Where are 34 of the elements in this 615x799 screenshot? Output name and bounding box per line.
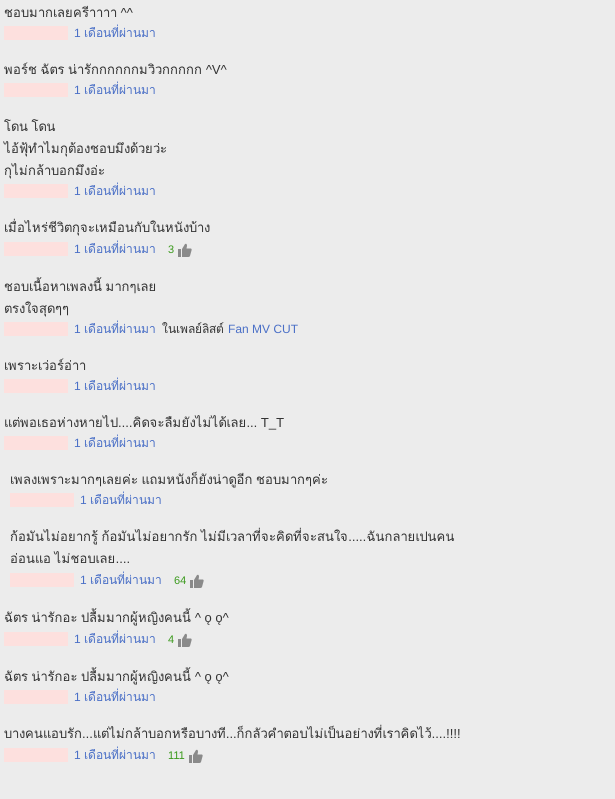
timestamp-link[interactable]: 1 เดือนที่ผ่านมา: [74, 240, 156, 258]
timestamp-link[interactable]: 1 เดือนที่ผ่านมา: [74, 24, 156, 42]
timestamp-link[interactable]: 1 เดือนที่ผ่านมา: [74, 746, 156, 764]
thumbs-up-icon[interactable]: [190, 574, 204, 588]
comment-text: ฉัตร น่ารักอะ ปลื้มมากผู้หญิงคนนี้ ^ ǫ ǫ^: [4, 666, 230, 686]
thumbs-up-icon[interactable]: [188, 749, 203, 763]
playlist-link[interactable]: Fan MV CUT: [228, 320, 298, 338]
timestamp-link[interactable]: 1 เดือนที่ผ่านมา: [80, 571, 162, 589]
comment-text: ชอบมากเลยครีาาาา ^^: [4, 4, 134, 22]
comment-text: ฉัตร น่ารักอะ ปลื้มมากผู้หญิงคนนี้ ^ ǫ ǫ^: [4, 607, 230, 628]
like-count: 4: [168, 633, 174, 648]
thumbs-up-icon[interactable]: [178, 633, 192, 647]
comment-text: แต่พอเธอห่างหายไป....คิดจะลืมยังไม่ได้เลย... T_T: [4, 414, 286, 432]
like-count: 111: [168, 749, 185, 764]
timestamp-link[interactable]: 1 เดือนที่ผ่านมา: [74, 434, 156, 452]
thumbs-up-icon[interactable]: [178, 243, 192, 257]
comment-text: ก้อมันไม่อยากรู้ ก้อมันไม่อยากรัก ไม่มีเวลาที่จะคิดที่จะสนใจ.....ฉันกลายเปนคน อ่อนแอ ไม่ชอบเลย....: [10, 526, 456, 568]
timestamp-link[interactable]: 1 เดือนที่ผ่านมา: [74, 377, 156, 395]
like-count: 3: [168, 243, 174, 258]
comment-text: เพลงเพราะมากๆเลยค่ะ แถมหนังก็ยังน่าดูอีก ชอบมากๆค่ะ: [10, 470, 330, 490]
timestamp-link[interactable]: 1 เดือนที่ผ่านมา: [74, 320, 156, 338]
comment-text: ชอบเนื้อหาเพลงนี้ มากๆเลย ตรงใจสุดๆๆ: [4, 276, 158, 318]
timestamp-link[interactable]: 1 เดือนที่ผ่านมา: [80, 491, 162, 509]
timestamp-link[interactable]: 1 เดือนที่ผ่านมา: [74, 630, 156, 648]
timestamp-link[interactable]: 1 เดือนที่ผ่านมา: [74, 688, 156, 706]
comment-text: เพราะเว่อร์อ่าา: [4, 357, 87, 375]
comment-text: พอร์ช ฉัตร น่ารักกกกกกมวิวกกกกก ^V^: [4, 61, 228, 79]
comment-text: บางคนแอบรัก...แต่ไม่กล้าบอกหรือบางที...ก็กลัวคำตอบไม่เป็นอย่างที่เราคิดไว้....!!!!: [4, 724, 462, 743]
comment-text: เมื่อไหร่ชีวิตกุจะเหมือนกับในหนังบ้าง: [4, 218, 211, 238]
playlist-label: ในเพลย์ลิสต์: [162, 321, 224, 338]
like-count: 64: [174, 574, 186, 589]
comment-text: โดน โดน ไอ้ฟุ้ทำไมกุต้องชอบมึงด้วยว่ะ กุไม่กล้าบอกมึงอ่ะ: [4, 118, 168, 180]
timestamp-link[interactable]: 1 เดือนที่ผ่านมา: [74, 182, 156, 200]
timestamp-link[interactable]: 1 เดือนที่ผ่านมา: [74, 81, 156, 99]
